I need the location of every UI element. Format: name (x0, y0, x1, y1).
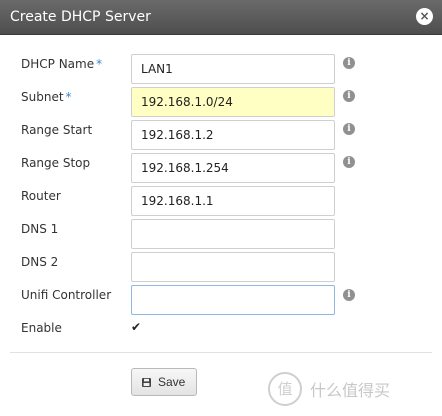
dhcp-name-label: DHCP Name * (21, 57, 103, 71)
enable-label: Enable (21, 321, 62, 335)
enable-checkbox[interactable]: ✔ (131, 321, 143, 333)
info-icon[interactable]: i (343, 123, 355, 135)
router-input[interactable] (131, 186, 335, 216)
unifi-controller-label: Unifi Controller (21, 288, 112, 302)
range-stop-label: Range Stop (21, 156, 91, 170)
save-button-label: Save (158, 375, 186, 389)
dhcp-name-input[interactable] (131, 54, 335, 84)
dialog-titlebar: Create DHCP Server × (0, 0, 442, 35)
router-label: Router (21, 189, 61, 203)
info-icon[interactable]: i (343, 156, 355, 168)
floppy-disk-icon (142, 378, 151, 387)
required-marker: * (65, 90, 72, 104)
dns2-input[interactable] (131, 252, 335, 282)
required-marker: * (96, 57, 103, 71)
dns1-input[interactable] (131, 219, 335, 249)
dialog-title: Create DHCP Server (10, 9, 151, 25)
dns2-label: DNS 2 (21, 255, 59, 269)
range-stop-input[interactable] (131, 153, 335, 183)
info-icon[interactable]: i (343, 289, 355, 301)
range-start-input[interactable] (131, 120, 335, 150)
create-dhcp-server-dialog: Create DHCP Server × DHCP Name* i Subnet… (0, 0, 442, 416)
site-watermark: 值什么值得买 (268, 372, 390, 406)
info-icon[interactable]: i (343, 90, 355, 102)
footer-divider (10, 352, 432, 353)
dns1-label: DNS 1 (21, 222, 59, 236)
subnet-input[interactable] (131, 87, 335, 117)
range-start-label: Range Start (21, 123, 93, 137)
save-button[interactable]: Save (131, 368, 197, 396)
close-icon[interactable]: × (416, 8, 433, 25)
info-icon[interactable]: i (343, 57, 355, 69)
watermark-text: 什么值得买 (310, 381, 391, 400)
subnet-label: Subnet * (21, 90, 72, 104)
watermark-logo: 值 (268, 372, 302, 406)
unifi-controller-input[interactable] (131, 285, 335, 315)
